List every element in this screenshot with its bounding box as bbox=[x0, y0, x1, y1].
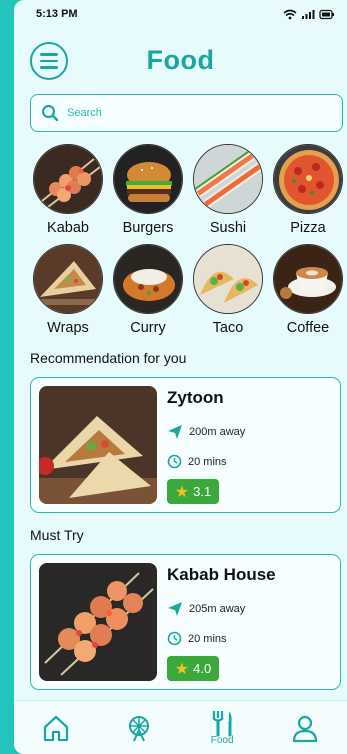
category-curry[interactable]: Curry bbox=[108, 244, 188, 336]
category-kabab[interactable]: Kabab bbox=[28, 144, 108, 236]
restaurant-image bbox=[39, 563, 157, 681]
coffee-image bbox=[273, 244, 343, 314]
category-label: Wraps bbox=[47, 320, 89, 336]
category-label: Curry bbox=[130, 320, 166, 336]
restaurant-card[interactable]: Kabab House 205m away 20 mins ★ 4.0 bbox=[30, 554, 341, 690]
category-grid: Kabab Burgers Sushi Pizza Wraps Curry Ta… bbox=[14, 144, 347, 336]
bottom-nav: Food bbox=[14, 700, 347, 754]
app-screen: 5:13 PM Food Search Kabab Burgers Sushi … bbox=[14, 0, 347, 754]
restaurant-name: Kabab House bbox=[167, 565, 276, 584]
restaurant-image bbox=[39, 386, 157, 504]
status-time: 5:13 PM bbox=[36, 8, 78, 20]
rating-value: 4.0 bbox=[193, 661, 212, 676]
category-coffee[interactable]: Coffee bbox=[268, 244, 347, 336]
category-burgers[interactable]: Burgers bbox=[108, 144, 188, 236]
category-label: Kabab bbox=[47, 220, 89, 236]
restaurant-card[interactable]: Zytoon 200m away 20 mins ★ 3.1 bbox=[30, 377, 341, 513]
category-wraps[interactable]: Wraps bbox=[28, 244, 108, 336]
menu-icon-line bbox=[40, 53, 58, 56]
search-bar[interactable] bbox=[30, 94, 343, 132]
send-icon bbox=[168, 425, 182, 439]
distance-row: 205m away bbox=[167, 601, 276, 617]
time-text: 20 mins bbox=[188, 632, 227, 645]
distance-text: 205m away bbox=[189, 603, 246, 615]
curry-image bbox=[113, 244, 183, 314]
restaurant-info: Zytoon 200m away 20 mins ★ 3.1 bbox=[167, 386, 245, 504]
nav-home[interactable] bbox=[26, 713, 86, 743]
menu-icon-line bbox=[40, 66, 58, 69]
pizza-image bbox=[273, 144, 343, 214]
category-taco[interactable]: Taco bbox=[188, 244, 268, 336]
signal-icon bbox=[302, 9, 315, 19]
nav-food-label: Food bbox=[210, 735, 234, 746]
time-text: 20 mins bbox=[188, 455, 227, 468]
search-input[interactable] bbox=[67, 107, 307, 119]
send-icon bbox=[168, 602, 182, 616]
menu-icon-line bbox=[40, 59, 58, 63]
status-bar: 5:13 PM bbox=[14, 0, 347, 28]
category-label: Coffee bbox=[286, 320, 330, 336]
burger-image bbox=[113, 144, 183, 214]
status-icons bbox=[283, 9, 335, 20]
clock-icon bbox=[167, 631, 182, 646]
page-title: Food bbox=[146, 44, 215, 75]
header: Food bbox=[14, 28, 347, 92]
restaurant-info: Kabab House 205m away 20 mins ★ 4.0 bbox=[167, 563, 276, 681]
sushi-image bbox=[193, 144, 263, 214]
battery-icon bbox=[319, 9, 334, 19]
category-pizza[interactable]: Pizza bbox=[268, 144, 347, 236]
nav-food[interactable]: Food bbox=[192, 709, 252, 746]
time-row: 20 mins bbox=[167, 631, 276, 646]
category-label: Pizza bbox=[290, 220, 326, 236]
home-icon bbox=[43, 715, 68, 741]
time-row: 20 mins bbox=[167, 454, 245, 469]
recommendation-heading: Recommendation for you bbox=[30, 350, 187, 366]
distance-text: 200m away bbox=[189, 426, 246, 438]
user-icon bbox=[293, 715, 318, 742]
nav-profile[interactable] bbox=[275, 713, 335, 743]
wifi-icon bbox=[283, 9, 297, 19]
kabab-image bbox=[33, 144, 103, 214]
taco-image bbox=[193, 244, 263, 314]
distance-row: 200m away bbox=[167, 424, 245, 440]
rating-badge: ★ 3.1 bbox=[167, 479, 219, 504]
category-label: Burgers bbox=[122, 220, 174, 236]
wraps-image bbox=[33, 244, 103, 314]
rating-value: 3.1 bbox=[193, 484, 212, 499]
category-label: Sushi bbox=[209, 220, 247, 236]
nav-explore[interactable] bbox=[109, 713, 169, 743]
category-label: Taco bbox=[212, 320, 244, 336]
rating-badge: ★ 4.0 bbox=[167, 656, 219, 681]
clock-icon bbox=[167, 454, 182, 469]
star-icon: ★ bbox=[174, 660, 190, 678]
search-icon bbox=[41, 104, 59, 122]
star-icon: ★ bbox=[174, 483, 190, 501]
ferris-wheel-icon bbox=[128, 715, 149, 741]
must-try-heading: Must Try bbox=[30, 527, 84, 543]
fork-knife-icon bbox=[212, 711, 232, 737]
menu-button[interactable] bbox=[30, 42, 68, 80]
category-sushi[interactable]: Sushi bbox=[188, 144, 268, 236]
restaurant-name: Zytoon bbox=[167, 388, 224, 407]
